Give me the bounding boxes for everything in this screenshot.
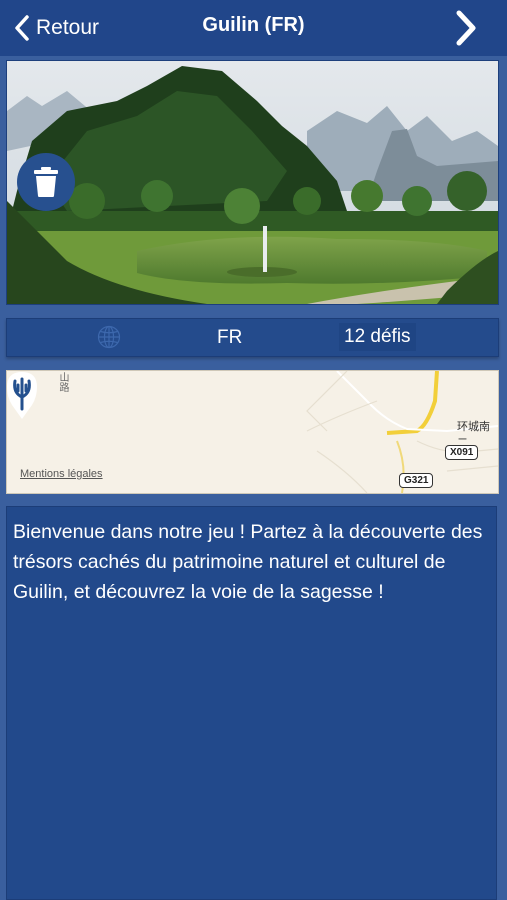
back-button-label: Retour [36, 16, 100, 39]
globe-icon [97, 325, 121, 349]
description-text: Bienvenue dans notre jeu ! Partez à la d… [13, 521, 483, 603]
legal-mentions-link[interactable]: Mentions légales [20, 468, 103, 480]
landscape-photo [7, 61, 498, 304]
delete-button[interactable] [17, 153, 75, 211]
description-panel: Bienvenue dans notre jeu ! Partez à la d… [6, 506, 497, 900]
chevron-left-icon [15, 15, 29, 41]
next-button[interactable] [455, 10, 477, 51]
challenge-count: 12 défis [339, 323, 416, 351]
map-vertical-label: 山路 [57, 372, 68, 392]
game-info-bar: FR 12 défis [6, 318, 499, 357]
back-button[interactable]: Retour [14, 12, 99, 44]
hero-image [6, 60, 499, 305]
map-view[interactable]: 环城南二 X091 G321 Mentions légales [6, 370, 499, 494]
road-shield-g321: G321 [399, 473, 434, 488]
road-shield-x091: X091 [445, 445, 479, 460]
language-label: FR [217, 327, 243, 348]
trash-icon [34, 167, 58, 197]
nav-bar: Retour Guilin (FR) [0, 0, 507, 56]
trident-logo-pin[interactable] [7, 371, 37, 421]
chevron-right-icon [456, 10, 476, 46]
